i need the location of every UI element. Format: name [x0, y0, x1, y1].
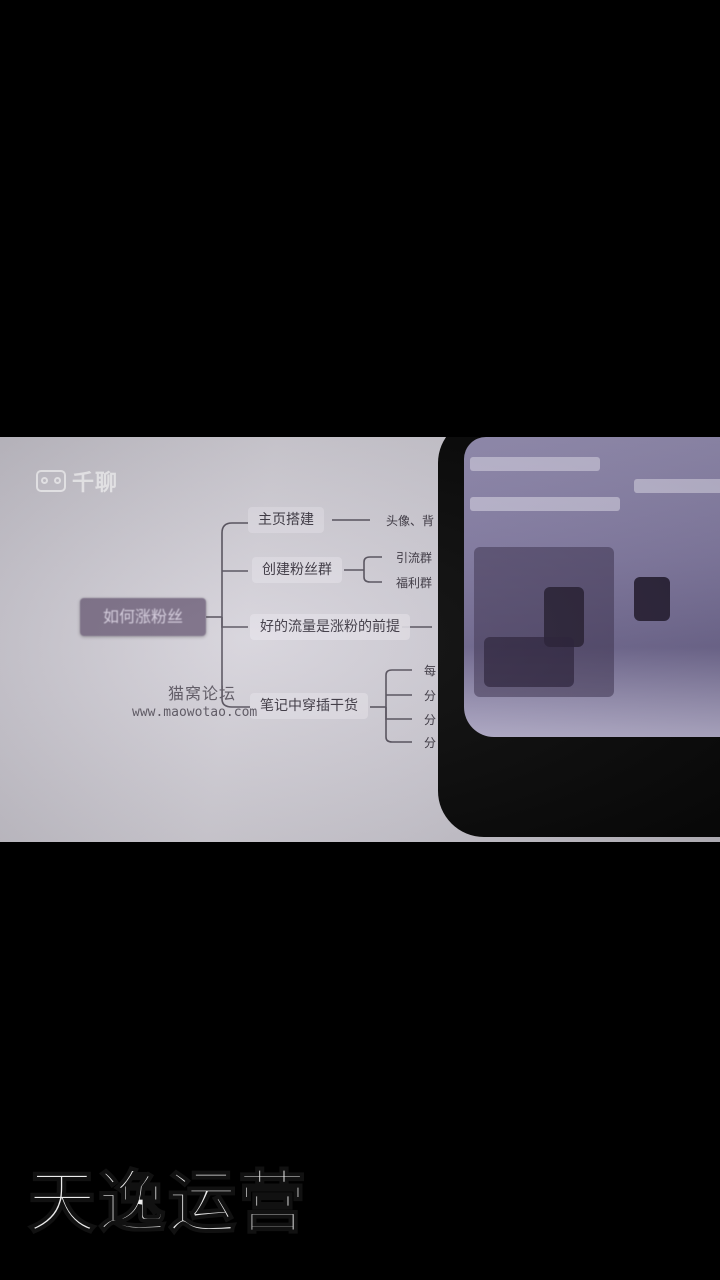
- mindmap-leaf: 引流群: [396, 551, 433, 565]
- mindmap-leaf: 福利群: [396, 576, 433, 590]
- screen-text-bar: [634, 479, 720, 493]
- mindmap-leaf: 分: [424, 713, 437, 727]
- watermark-forum-name: 猫窝论坛: [168, 684, 237, 703]
- mindmap-leaf: 头像、背: [386, 514, 435, 528]
- mindmap-branch-notes: 笔记中穿插干货: [250, 693, 368, 719]
- mindmap-branch-fan-group: 创建粉丝群: [252, 557, 342, 583]
- watermark-url: www.maowotao.com: [132, 705, 258, 720]
- screen-text-bar: [470, 497, 620, 511]
- video-frame-photo: 千聊 如何涨粉丝 主页搭建 头像、背 创建粉丝群 引流群 福利群 好的流量是涨粉…: [0, 437, 720, 842]
- mindmap-leaf: 分: [424, 736, 437, 750]
- mindmap-branch-homepage: 主页搭建: [248, 507, 324, 533]
- mindmap-branch-traffic: 好的流量是涨粉的前提: [250, 614, 410, 640]
- screen-image-detail: [484, 637, 574, 687]
- mindmap-leaf: 分: [424, 689, 437, 703]
- mindmap-root-node: 如何涨粉丝: [80, 598, 206, 636]
- phone-screen: [464, 437, 720, 737]
- video-subtitle: 天逸运营: [27, 1164, 309, 1243]
- screen-text-bar: [470, 457, 600, 471]
- smartphone: [438, 437, 720, 837]
- screen-image-detail: [634, 577, 670, 621]
- mindmap-leaf: 每: [424, 664, 437, 678]
